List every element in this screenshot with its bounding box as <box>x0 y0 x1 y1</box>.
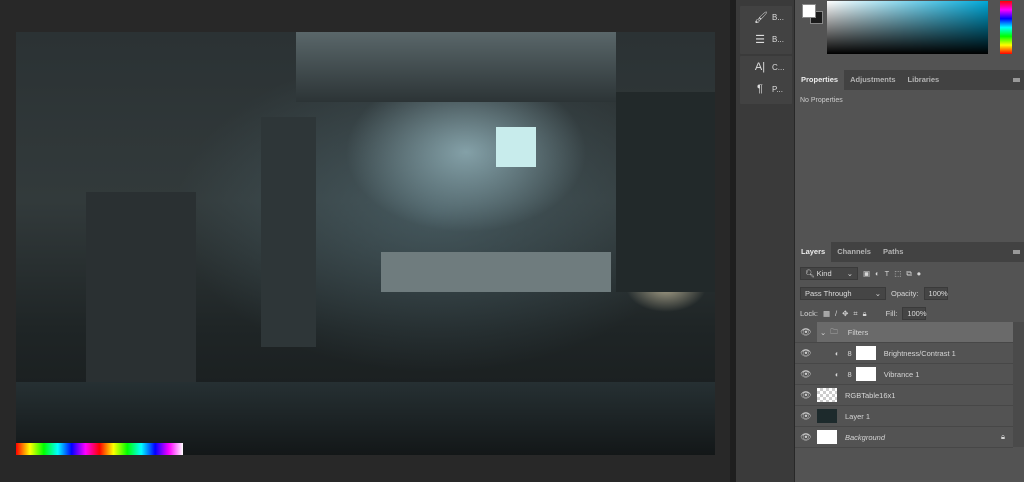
layer-row-background[interactable]: 👁︎ Background 🔒︎ <box>795 427 1013 448</box>
panel-menu-icon[interactable] <box>1013 250 1020 254</box>
fill-input[interactable]: 100% <box>902 307 927 320</box>
properties-tabs: Properties Adjustments Libraries <box>795 70 1024 90</box>
filter-smart-object-icon[interactable]: ⧉ <box>906 269 911 279</box>
hue-slider[interactable] <box>1000 1 1012 54</box>
chevron-down-icon[interactable]: ⌄ <box>820 328 826 337</box>
lock-position-icon[interactable]: ✥ <box>842 309 848 318</box>
layer-thumbnail <box>817 409 837 423</box>
filter-pixel-icon[interactable]: ▣ <box>863 269 870 278</box>
character-icon: A| <box>754 61 766 73</box>
panel-menu-icon[interactable] <box>1013 78 1020 82</box>
tab-channels[interactable]: Channels <box>831 242 877 262</box>
lock-artboard-icon[interactable]: ⌗ <box>853 309 857 319</box>
layer-row-group[interactable]: 👁︎ ⌄ 🗀 Filters <box>795 322 1013 343</box>
visibility-eye-icon[interactable]: 👁︎ <box>795 369 817 380</box>
document-canvas[interactable] <box>16 32 715 455</box>
layers-tabs: Layers Channels Paths <box>795 242 1024 262</box>
layer-row[interactable]: 👁︎ ◐ 8 Brightness/Contrast 1 <box>795 343 1013 364</box>
paragraph-button[interactable]: ¶ P... <box>740 78 792 100</box>
paragraph-icon: ¶ <box>757 83 763 95</box>
visibility-eye-icon[interactable]: 👁︎ <box>795 327 817 338</box>
layer-thumbnail <box>817 430 837 444</box>
layer-row[interactable]: 👁︎ ◐ 8 Vibrance 1 <box>795 364 1013 385</box>
visibility-eye-icon[interactable]: 👁︎ <box>795 390 817 401</box>
filter-adjustment-icon[interactable]: ◐ <box>875 269 880 278</box>
character-button[interactable]: A| C... <box>740 56 792 78</box>
brush-settings-icon: ☰ <box>755 33 765 46</box>
chevron-down-icon: ⌄ <box>846 269 853 278</box>
blend-row: Pass Through ⌄ Opacity: 100% <box>795 287 1024 300</box>
brush-presets-button[interactable]: 🖌 B... <box>740 6 792 28</box>
adjustment-layer-icon: ◐ <box>835 348 840 358</box>
lock-image-icon[interactable]: / <box>835 309 837 318</box>
adjustment-layer-icon: ◐ <box>835 369 840 379</box>
visibility-eye-icon[interactable]: 👁︎ <box>795 411 817 422</box>
sink-counter <box>381 252 611 292</box>
chevron-down-icon: ⌄ <box>874 289 881 298</box>
lock-all-icon[interactable]: 🔒︎ <box>863 309 867 319</box>
filter-shape-icon[interactable]: ⬚ <box>894 269 901 278</box>
tab-libraries[interactable]: Libraries <box>902 70 946 90</box>
filing-cabinet <box>86 192 196 392</box>
brush-settings-button[interactable]: ☰ B... <box>740 28 792 50</box>
layer-mask-thumbnail <box>855 346 876 360</box>
opacity-input[interactable]: 100% <box>923 287 948 300</box>
lock-icon: 🔒︎ <box>1001 432 1005 441</box>
smart-object-thumbnail <box>817 388 837 402</box>
folder-icon: 🗀 <box>830 326 838 336</box>
tab-adjustments[interactable]: Adjustments <box>844 70 901 90</box>
properties-content: No Properties <box>800 97 843 104</box>
filter-toggle-icon[interactable]: ● <box>917 269 922 278</box>
brush-presets-icon: 🖌 <box>754 11 768 24</box>
layers-scrollbar[interactable] <box>1013 322 1024 447</box>
ceiling-duct <box>296 32 616 102</box>
layer-mask-thumbnail <box>855 367 876 381</box>
tab-properties[interactable]: Properties <box>795 70 845 90</box>
search-icon: 🔍︎ <box>805 269 815 278</box>
tab-paths[interactable]: Paths <box>877 242 909 262</box>
locker <box>261 117 316 347</box>
blend-mode-select[interactable]: Pass Through ⌄ <box>800 287 886 300</box>
color-field[interactable] <box>827 1 988 54</box>
rgb-table-strip <box>16 443 183 455</box>
lock-transparent-icon[interactable]: ▦ <box>823 309 830 318</box>
link-icon[interactable]: 8 <box>848 370 852 379</box>
shelves <box>616 92 715 292</box>
lock-row: Lock: ▦ / ✥ ⌗ 🔒︎ Fill: 100% <box>800 307 927 320</box>
poster <box>496 127 536 167</box>
visibility-eye-icon[interactable]: 👁︎ <box>795 432 817 443</box>
filter-type-icon[interactable]: T <box>885 269 890 278</box>
layer-row[interactable]: 👁︎ Layer 1 <box>795 406 1013 427</box>
collapsed-panels-dock: 🖌 B... ☰ B... A| C... ¶ P... <box>736 0 794 482</box>
layer-filter-row: 🔍︎ Kind ⌄ ▣ ◐ T ⬚ ⧉ ● <box>795 267 1024 280</box>
visibility-eye-icon[interactable]: 👁︎ <box>795 348 817 359</box>
filter-kind-select[interactable]: 🔍︎ Kind ⌄ <box>800 267 858 280</box>
link-icon[interactable]: 8 <box>848 349 852 358</box>
layer-row[interactable]: 👁︎ RGBTable16x1 <box>795 385 1013 406</box>
foreground-color-swatch[interactable] <box>802 4 816 18</box>
tab-layers[interactable]: Layers <box>795 242 832 262</box>
